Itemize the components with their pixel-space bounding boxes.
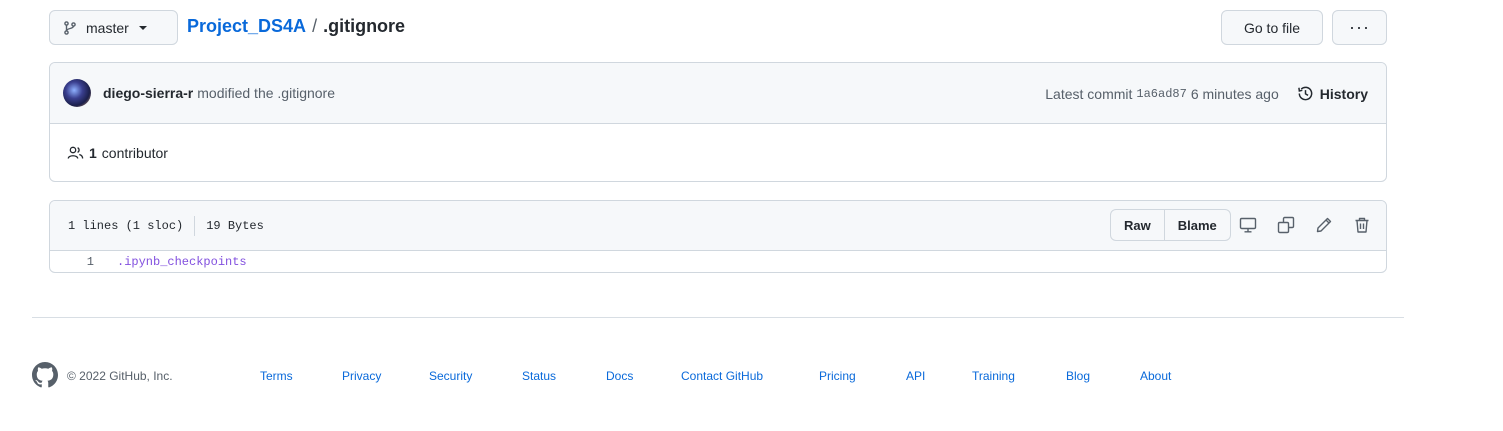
branch-label: master	[86, 19, 129, 36]
commit-author-link[interactable]: diego-sierra-r	[103, 85, 193, 101]
blame-button[interactable]: Blame	[1163, 210, 1230, 240]
commit-sha-link[interactable]: 1a6ad87	[1136, 87, 1186, 101]
pencil-icon[interactable]	[1315, 216, 1333, 234]
line-number[interactable]: 1	[50, 255, 94, 269]
history-icon	[1297, 86, 1313, 101]
desktop-icon[interactable]	[1239, 216, 1257, 234]
kebab-icon: ···	[1349, 17, 1370, 37]
commit-meta: Latest commit 1a6ad87 6 minutes ago Hist…	[1045, 63, 1368, 124]
branch-select-button[interactable]: master	[49, 10, 178, 45]
file-size: 19 Bytes	[206, 218, 264, 233]
footer-link-blog[interactable]: Blog	[1066, 369, 1090, 383]
go-to-file-button[interactable]: Go to file	[1221, 10, 1323, 45]
footer-link-about[interactable]: About	[1140, 369, 1171, 383]
avatar[interactable]	[63, 79, 91, 107]
history-label: History	[1319, 85, 1368, 102]
footer-link-security[interactable]: Security	[429, 369, 472, 383]
footer-divider	[32, 317, 1404, 318]
latest-commit-label: Latest commit	[1045, 85, 1133, 102]
contributor-count: 1	[89, 145, 97, 161]
git-branch-icon	[64, 20, 76, 35]
github-logo-icon[interactable]	[32, 362, 58, 388]
file-box: 1 lines (1 sloc) 19 Bytes Raw Blame 1 .i…	[49, 200, 1387, 273]
people-icon	[67, 146, 84, 159]
copyright-text: © 2022 GitHub, Inc.	[67, 369, 173, 383]
raw-button[interactable]: Raw	[1111, 210, 1164, 240]
footer: © 2022 GitHub, Inc. Terms Privacy Securi…	[32, 362, 1432, 390]
breadcrumb-separator: /	[312, 16, 318, 36]
raw-blame-group: Raw Blame	[1110, 209, 1231, 241]
more-options-button[interactable]: ···	[1332, 10, 1387, 45]
footer-link-terms[interactable]: Terms	[260, 369, 293, 383]
file-name: .gitignore	[323, 16, 406, 36]
repo-link[interactable]: Project_DS4A	[187, 16, 306, 37]
footer-link-training[interactable]: Training	[972, 369, 1015, 383]
file-header: 1 lines (1 sloc) 19 Bytes Raw Blame	[50, 201, 1386, 251]
footer-link-status[interactable]: Status	[522, 369, 556, 383]
trash-icon[interactable]	[1353, 216, 1371, 234]
footer-link-api[interactable]: API	[906, 369, 925, 383]
commit-header: diego-sierra-r modified the .gitignore L…	[50, 63, 1386, 124]
commit-box: diego-sierra-r modified the .gitignore L…	[49, 62, 1387, 182]
chevron-down-icon	[138, 25, 147, 30]
footer-link-pricing[interactable]: Pricing	[819, 369, 856, 383]
copy-icon[interactable]	[1277, 216, 1295, 234]
code-text: .ipynb_checkpoints	[117, 255, 247, 269]
history-link[interactable]: History	[1297, 85, 1368, 102]
commit-time: 6 minutes ago	[1190, 85, 1279, 102]
breadcrumb: Project_DS4A / .gitignore	[187, 16, 405, 37]
contributor-label: contributor	[101, 145, 168, 161]
code-line: 1 .ipynb_checkpoints	[50, 251, 1386, 272]
contributors-row[interactable]: 1 contributor	[50, 124, 1386, 181]
file-lines-info: 1 lines (1 sloc)	[68, 218, 184, 233]
footer-link-docs[interactable]: Docs	[606, 369, 633, 383]
divider	[194, 215, 196, 236]
commit-message[interactable]: modified the .gitignore	[197, 85, 335, 101]
footer-link-privacy[interactable]: Privacy	[342, 369, 381, 383]
footer-link-contact[interactable]: Contact GitHub	[681, 369, 763, 383]
